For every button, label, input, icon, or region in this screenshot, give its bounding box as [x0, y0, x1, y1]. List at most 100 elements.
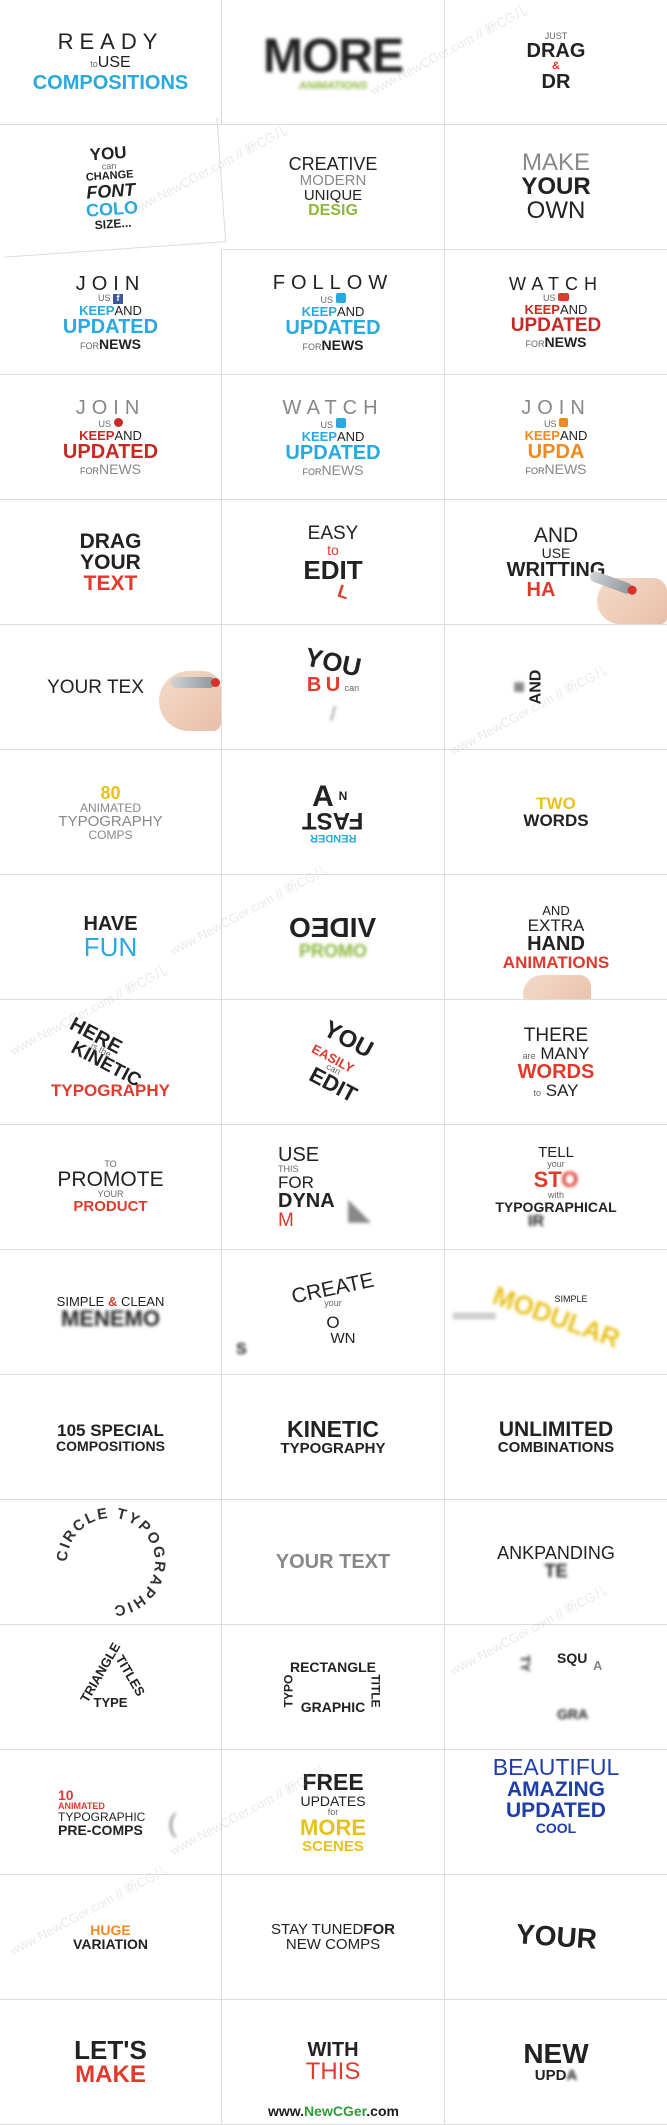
tile-text: FOR	[80, 466, 99, 476]
tile-follow-twitter[interactable]: FOLLOW US KEEPAND UPDATED FORNEWS	[222, 250, 445, 375]
tile-tell-your-story[interactable]: TELL your STO with TYPOGRAPHICAL IR	[445, 1125, 667, 1250]
tile-create-your-own[interactable]: CREATE your O WN S	[222, 1250, 445, 1375]
tile-text: VARIATION	[73, 1936, 148, 1952]
tile-text: NEWS	[321, 336, 364, 353]
tile-text: can	[344, 683, 360, 693]
tile-text: to	[533, 1087, 541, 1098]
tile-text: US	[97, 292, 111, 303]
tile-text: TYPOGRAPHY	[58, 812, 163, 830]
tile-text: FOR	[278, 1172, 314, 1192]
tile-just-drag[interactable]: JUST DRAG & DR	[445, 0, 667, 125]
tile-your-bold[interactable]: YOUR	[445, 1875, 667, 2000]
tile-watch-vimeo[interactable]: WATCH US KEEPAND UPDATED FORNEWS	[222, 375, 445, 500]
tile-join-pinterest[interactable]: JOIN US KEEPAND UPDATED FORNEWS	[0, 375, 222, 500]
tile-text: NEWS	[544, 334, 587, 350]
tile-text: MORE	[300, 1814, 366, 1840]
motion-streak: ═══	[453, 1305, 496, 1327]
tile-ready-to-use[interactable]: READY toUSE COMPOSITIONS	[0, 0, 222, 125]
template-grid: READY toUSE COMPOSITIONS MORE ANIMATIONS…	[0, 0, 667, 2125]
rss-icon	[559, 418, 569, 427]
tile-simple-clean[interactable]: SIMPLE & CLEAN MENEMO	[0, 1250, 222, 1375]
tile-make-your-own[interactable]: MAKE YOUR OWN	[445, 125, 667, 250]
tile-text: SIZE...	[94, 215, 132, 232]
tile-text: O	[326, 1313, 340, 1332]
tile-easy-to-edit[interactable]: EASY to EDIT L	[222, 500, 445, 625]
tile-join-facebook[interactable]: JOIN US f KEEPAND UPDATED FORNEWS	[0, 250, 222, 375]
tile-text: RENDER	[309, 831, 357, 844]
tile-kinetic-typography[interactable]: HERE is the KINETIC TYPOGRAPHY	[0, 1000, 222, 1125]
tile-text: UPDATED	[506, 1799, 606, 1822]
tile-text: JOIN	[75, 272, 146, 295]
circle-text-graphic: CIRCLE TYPOGRAPHIC	[53, 1505, 166, 1620]
tile-text: COMPOSITIONS	[56, 1437, 165, 1454]
tile-your-text-hand[interactable]: YOUR TEX	[0, 625, 222, 750]
tile-watch-youtube[interactable]: WATCH US KEEPAND UPDATED FORNEWS	[445, 250, 667, 375]
tile-and-rotating[interactable]: AND ■	[445, 625, 667, 750]
tile-stay-tuned[interactable]: STAY TUNEDFOR NEW COMPS	[222, 1875, 445, 2000]
tile-have-fun[interactable]: HAVE FUN	[0, 875, 222, 1000]
tile-text: HAND	[527, 932, 585, 955]
tile-text: YOUR	[514, 1918, 598, 1955]
tile-simple-modular[interactable]: SIMPLE MODULAR ═══	[445, 1250, 667, 1375]
tile-text: USE	[278, 1143, 320, 1166]
tile-expanding-text[interactable]: ANKPANDING TE	[445, 1500, 667, 1625]
tile-text: UPDATED	[285, 441, 381, 464]
tile-promote-product[interactable]: TO PROMOTE YOUR PRODUCT	[0, 1125, 222, 1250]
tile-many-words[interactable]: THERE are MANY WORDS to SAY	[445, 1000, 667, 1125]
tile-kinetic-typography-bold[interactable]: KINETIC TYPOGRAPHY	[222, 1375, 445, 1500]
tile-free-updates[interactable]: FREE UPDATES for MORE SCENES	[222, 1750, 445, 1875]
tile-text: EXTRA	[527, 915, 585, 935]
tile-creative[interactable]: CREATIVE MODERN UNIQUE DESIG	[222, 125, 445, 250]
tile-circle-typographic[interactable]: CIRCLE TYPOGRAPHIC	[0, 1500, 222, 1625]
tile-text: CREATIVE	[288, 154, 378, 174]
tile-text: TYPOGRAPHIC	[58, 1809, 146, 1824]
tile-use-this-dynamic[interactable]: USE THIS FOR DYNA M ◣	[222, 1125, 445, 1250]
tile-text: MAKE	[75, 2061, 146, 2088]
tile-text: UPDATED	[62, 315, 159, 338]
tile-text: AND	[533, 523, 579, 547]
tile-text: TY	[517, 1655, 533, 1672]
tile-you-can-change[interactable]: YOU can CHANGE FONT COLO SIZE...	[0, 117, 227, 258]
tile-your-text-plain[interactable]: YOUR TEXT	[222, 1500, 445, 1625]
tile-text: WORDS	[523, 811, 589, 830]
tile-text: PRE-COMPS	[58, 1821, 143, 1838]
tile-triangle-titles[interactable]: TRIANGLE TITLES TYPE	[0, 1625, 222, 1750]
tile-text: FREE	[302, 1768, 364, 1795]
tile-text: NEWS	[544, 461, 587, 477]
tile-two-words[interactable]: TWO WORDS	[445, 750, 667, 875]
tile-beautiful-amazing[interactable]: BEAUTIFUL AMAZING UPDATED COOL	[445, 1750, 667, 1875]
tile-80-animated[interactable]: 80 ANIMATED TYPOGRAPHY COMPS	[0, 750, 222, 875]
tile-video-promo[interactable]: VIDEO PROMO	[222, 875, 445, 1000]
tile-rectangle-title[interactable]: RECTANGLE TITLE GRAPHIC TYPO	[222, 1625, 445, 1750]
tile-extra-hand[interactable]: AND EXTRA HAND ANIMATIONS	[445, 875, 667, 1000]
tile-text: FOR	[302, 466, 322, 477]
credit-brand: NewCGer	[304, 2103, 367, 2119]
tile-square-graphic[interactable]: TY SQU A GRA	[445, 1625, 667, 1750]
tile-you-can-build[interactable]: YOU B U can /	[222, 625, 445, 750]
tile-you-easily-edit[interactable]: YOU EASILY can EDIT	[222, 1000, 445, 1125]
tile-text: FOR	[80, 340, 99, 351]
tile-more[interactable]: MORE ANIMATIONS	[222, 0, 445, 125]
tile-text: NEW COMPS	[285, 1936, 381, 1953]
tile-text: UPD	[534, 2067, 567, 2084]
tile-105-special[interactable]: 105 SPECIAL COMPOSITIONS	[0, 1375, 222, 1500]
tile-writing-hand[interactable]: AND USE WRITTING HA	[445, 500, 667, 625]
tile-text: NEWS	[99, 461, 141, 477]
tile-text: HAVE	[83, 913, 138, 935]
tile-drag-your-text[interactable]: DRAG YOUR TEXT	[0, 500, 222, 625]
tile-10-precomps[interactable]: 10 ANIMATED TYPOGRAPHIC PRE-COMPS (	[0, 1750, 222, 1875]
tile-text: WORDS	[517, 1060, 595, 1083]
tile-unlimited-combinations[interactable]: UNLIMITED COMBINATIONS	[445, 1375, 667, 1500]
tile-text: YOUR	[521, 173, 591, 200]
tile-text: NEWS	[99, 335, 141, 352]
tile-text: COMPS	[88, 827, 133, 842]
tile-join-rss[interactable]: JOIN US KEEPAND UPDA FORNEWS	[445, 375, 667, 500]
tile-text: M	[278, 1209, 294, 1231]
tile-huge-variation[interactable]: HUGE VARIATION	[0, 1875, 222, 2000]
tile-text: SAY	[545, 1080, 579, 1100]
tile-text: 10	[58, 1786, 74, 1803]
credit-prefix: www.	[268, 2103, 305, 2119]
tile-fast-render[interactable]: A N FAST RENDER	[222, 750, 445, 875]
tile-text: YOUR	[80, 550, 141, 574]
tile-text: UPDATED	[285, 316, 381, 339]
